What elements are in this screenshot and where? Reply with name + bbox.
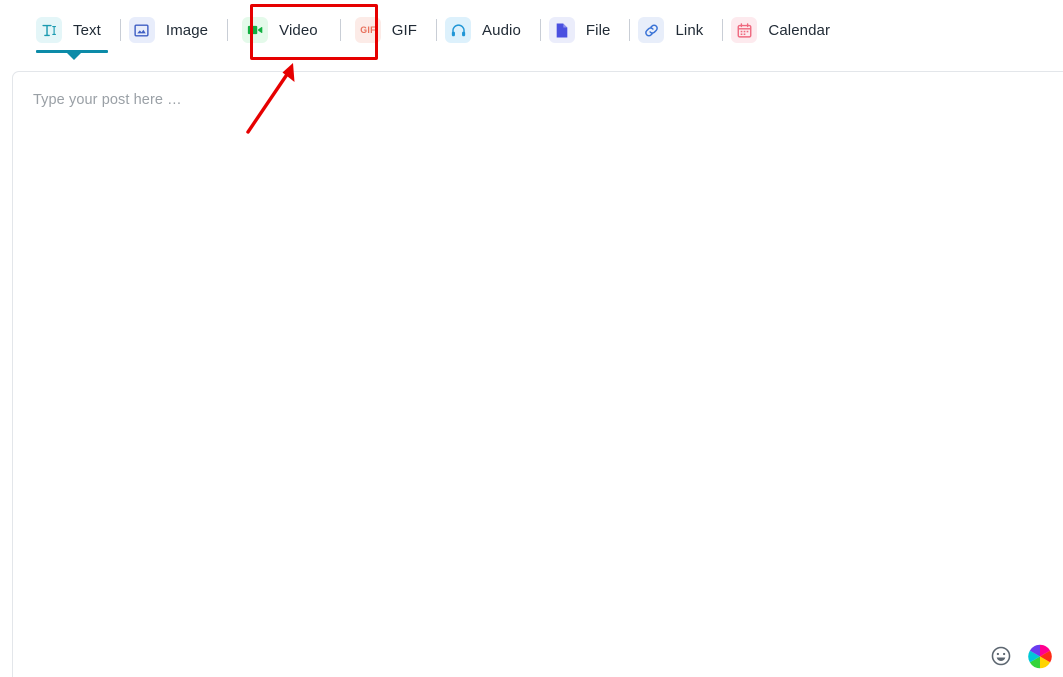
chain-link-icon xyxy=(638,17,665,43)
content-type-toolbar: Text Image Video GIF GIF Audio File Link… xyxy=(0,0,1063,60)
svg-text:GIF: GIF xyxy=(360,25,376,35)
tab-calendar-label: Calendar xyxy=(768,22,831,39)
tab-video-label: Video xyxy=(279,22,318,39)
tab-link[interactable]: Link xyxy=(630,0,722,60)
tab-text[interactable]: Text xyxy=(28,0,120,60)
tab-text-label: Text xyxy=(73,22,101,39)
active-tab-caret-icon xyxy=(66,53,81,60)
tab-image-label: Image xyxy=(165,22,209,39)
tab-gif-label: GIF xyxy=(391,22,418,39)
gif-icon: GIF xyxy=(354,17,381,43)
tab-image[interactable]: Image xyxy=(121,0,227,60)
post-composer: Text Image Video GIF GIF Audio File Link… xyxy=(0,0,1063,677)
editor-tools xyxy=(988,643,1053,669)
tab-link-label: Link xyxy=(675,22,704,39)
tab-file[interactable]: File xyxy=(541,0,630,60)
image-icon xyxy=(128,17,155,43)
headphones-icon xyxy=(445,17,472,43)
tab-calendar[interactable]: Calendar xyxy=(723,0,849,60)
tab-gif[interactable]: GIF GIF xyxy=(341,0,436,60)
emoji-smiley-icon[interactable] xyxy=(988,643,1014,669)
tab-video[interactable]: Video xyxy=(228,0,344,60)
post-editor-panel[interactable]: Type your post here … xyxy=(12,71,1063,677)
tab-file-label: File xyxy=(585,22,611,39)
color-wheel-icon[interactable] xyxy=(1027,643,1053,669)
calendar-icon xyxy=(731,17,758,43)
text-format-icon xyxy=(36,17,62,43)
post-editor-placeholder: Type your post here … xyxy=(33,92,182,108)
video-camera-icon xyxy=(242,17,269,43)
tab-audio-label: Audio xyxy=(482,22,521,39)
tab-audio[interactable]: Audio xyxy=(437,0,540,60)
file-document-icon xyxy=(548,17,575,43)
